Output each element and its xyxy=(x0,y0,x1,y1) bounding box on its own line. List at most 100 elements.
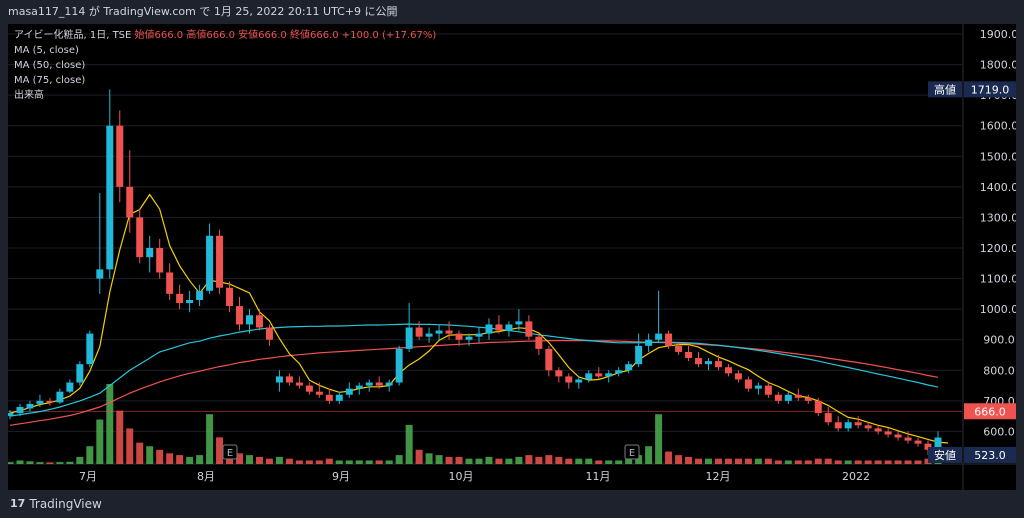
x-tick-label: 9月 xyxy=(332,470,350,483)
volume-bar xyxy=(116,410,124,464)
volume-bar xyxy=(375,460,383,464)
volume-bar xyxy=(595,460,603,464)
volume-bar xyxy=(136,442,144,464)
y-tick-label: 1500.0 xyxy=(980,150,1016,163)
candle-body xyxy=(754,385,762,389)
volume-bar xyxy=(864,460,872,464)
volume-bar xyxy=(76,456,84,464)
last-price-value: 666.0 xyxy=(974,405,1006,418)
legend-ma5[interactable]: MA (5, close) xyxy=(14,43,436,58)
candle-body xyxy=(216,235,224,288)
volume-bar xyxy=(914,460,922,464)
legend-volume[interactable]: 出来高 xyxy=(14,88,436,103)
candle-body xyxy=(435,330,443,334)
volume-bar xyxy=(884,460,892,464)
x-tick-label: 2022 xyxy=(842,470,870,483)
candle-body xyxy=(395,348,403,383)
candle-body xyxy=(415,327,423,337)
candle-body xyxy=(595,373,603,377)
candle-body xyxy=(66,382,74,392)
candle-body xyxy=(804,397,812,401)
volume-bar xyxy=(665,451,673,464)
x-tick-label: 12月 xyxy=(706,470,731,483)
candle-body xyxy=(695,358,703,365)
candle-body xyxy=(615,370,623,374)
candle-body xyxy=(585,373,593,380)
x-tick-label: 10月 xyxy=(449,470,474,483)
volume-bar xyxy=(854,460,862,464)
volume-bar xyxy=(176,455,184,464)
legend-ma75[interactable]: MA (75, close) xyxy=(14,73,436,88)
volume-bar xyxy=(345,460,353,464)
volume-bar xyxy=(395,455,403,464)
candle-body xyxy=(186,299,194,304)
volume-bar xyxy=(605,460,613,464)
candle-body xyxy=(734,373,742,380)
volume-bar xyxy=(455,456,463,464)
volume-bar xyxy=(804,460,812,464)
candle-body xyxy=(884,431,892,435)
candle-body xyxy=(385,382,393,386)
volume-bar xyxy=(186,456,194,464)
ohlc-values: 始値666.0 高値666.0 安値666.0 終値666.0 +100.0 (… xyxy=(134,30,437,41)
candle-body xyxy=(285,376,293,383)
candle-body xyxy=(56,391,64,403)
y-tick-label: 1100.0 xyxy=(980,273,1016,286)
candles xyxy=(8,89,942,455)
volume-bar xyxy=(26,461,34,464)
candle-body xyxy=(405,327,413,349)
candle-body xyxy=(515,321,523,325)
volume-bar xyxy=(844,460,852,464)
tradingview-logo[interactable]: 17 TradingView xyxy=(10,490,102,518)
volume-bar xyxy=(255,456,263,464)
candle-body xyxy=(176,293,184,304)
volume-bar xyxy=(714,458,722,464)
volume-bar xyxy=(196,455,204,464)
candle-body xyxy=(166,272,174,294)
volume-bar xyxy=(465,458,473,464)
candle-body xyxy=(236,306,243,325)
volume-bar xyxy=(874,460,882,464)
volume-bar xyxy=(275,456,283,464)
candle-body xyxy=(495,324,503,331)
volume-bar xyxy=(216,437,224,464)
candle-body xyxy=(625,364,633,371)
volume-bar xyxy=(685,456,693,464)
y-tick-label: 1900.0 xyxy=(980,28,1016,41)
volume-bar xyxy=(734,458,742,464)
legend-ma50[interactable]: MA (50, close) xyxy=(14,58,436,73)
candle-body xyxy=(226,287,234,307)
candle-body xyxy=(146,248,154,258)
candle-body xyxy=(245,315,253,325)
candle-body xyxy=(714,361,722,368)
candle-body xyxy=(854,422,862,426)
volume-bar xyxy=(295,460,303,464)
volume-bar xyxy=(245,455,253,464)
volume-bar xyxy=(575,458,583,464)
candle-body xyxy=(355,385,363,389)
volume-bar xyxy=(156,449,164,464)
moving-average-lines xyxy=(9,193,949,444)
candle-body xyxy=(365,382,373,386)
candle-body xyxy=(375,382,383,386)
volume-bar xyxy=(405,424,413,464)
volume-bar xyxy=(106,384,114,464)
candle-body xyxy=(505,324,513,331)
volume-bar xyxy=(445,456,453,464)
candle-body xyxy=(106,125,114,270)
volume-bar xyxy=(46,462,54,464)
volume-bar xyxy=(425,453,433,464)
volume-bar xyxy=(166,453,174,464)
volume-bar xyxy=(146,446,154,464)
y-tick-label: 1300.0 xyxy=(980,211,1016,224)
candle-body xyxy=(685,351,693,359)
candle-body xyxy=(635,345,643,365)
candle-body xyxy=(814,400,822,414)
volume-bar xyxy=(385,460,393,464)
publisher-line: masa117_114 が TradingView.com で 1月 25, 2… xyxy=(0,0,1024,24)
low-label: 安値 xyxy=(934,448,956,462)
candle-body xyxy=(325,394,333,401)
candle-body xyxy=(904,437,912,441)
volume-bar xyxy=(705,458,712,464)
volume-bar xyxy=(335,460,343,464)
